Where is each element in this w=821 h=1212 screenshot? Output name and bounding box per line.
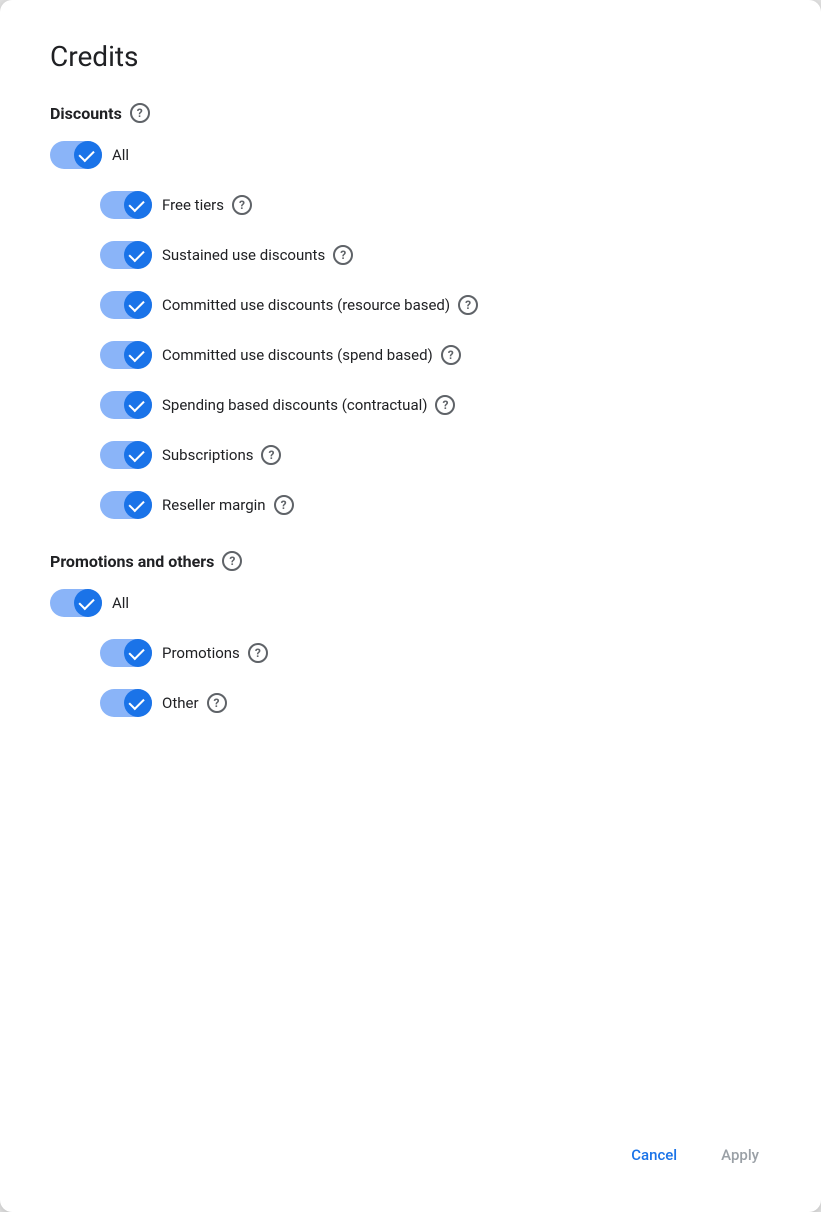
promotions-all-toggle[interactable] bbox=[50, 589, 102, 617]
reseller-margin-label: Reseller margin ? bbox=[162, 495, 294, 515]
toggle-thumb bbox=[124, 491, 152, 519]
toggle-thumb bbox=[124, 191, 152, 219]
apply-button[interactable]: Apply bbox=[709, 1138, 771, 1172]
promotions-all-label: All bbox=[112, 594, 129, 612]
toggle-thumb bbox=[124, 241, 152, 269]
spending-based-row: Spending based discounts (contractual) ? bbox=[100, 391, 771, 419]
free-tiers-toggle[interactable] bbox=[100, 191, 152, 219]
subscriptions-row: Subscriptions ? bbox=[100, 441, 771, 469]
committed-resource-label: Committed use discounts (resource based)… bbox=[162, 295, 478, 315]
committed-spend-row: Committed use discounts (spend based) ? bbox=[100, 341, 771, 369]
sustained-use-row: Sustained use discounts ? bbox=[100, 241, 771, 269]
toggle-thumb bbox=[124, 639, 152, 667]
promotions-all-row: All bbox=[50, 589, 771, 617]
toggle-thumb bbox=[124, 341, 152, 369]
sustained-use-label: Sustained use discounts ? bbox=[162, 245, 353, 265]
committed-resource-help-icon[interactable]: ? bbox=[458, 295, 478, 315]
reseller-margin-toggle[interactable] bbox=[100, 491, 152, 519]
toggle-thumb bbox=[124, 391, 152, 419]
toggle-thumb bbox=[74, 589, 102, 617]
cancel-button[interactable]: Cancel bbox=[619, 1138, 689, 1172]
subscriptions-help-icon[interactable]: ? bbox=[261, 445, 281, 465]
discounts-section-label: Discounts ? bbox=[50, 103, 771, 123]
committed-resource-row: Committed use discounts (resource based)… bbox=[100, 291, 771, 319]
discounts-all-row: All bbox=[50, 141, 771, 169]
other-label: Other ? bbox=[162, 693, 227, 713]
free-tiers-row: Free tiers ? bbox=[100, 191, 771, 219]
free-tiers-help-icon[interactable]: ? bbox=[232, 195, 252, 215]
spending-based-help-icon[interactable]: ? bbox=[435, 395, 455, 415]
committed-spend-toggle[interactable] bbox=[100, 341, 152, 369]
promotions-section-label: Promotions and others ? bbox=[50, 551, 771, 571]
committed-spend-help-icon[interactable]: ? bbox=[441, 345, 461, 365]
discounts-all-toggle[interactable] bbox=[50, 141, 102, 169]
promotions-help-icon[interactable]: ? bbox=[222, 551, 242, 571]
reseller-margin-row: Reseller margin ? bbox=[100, 491, 771, 519]
promotions-item-toggle[interactable] bbox=[100, 639, 152, 667]
free-tiers-label: Free tiers ? bbox=[162, 195, 252, 215]
sustained-use-help-icon[interactable]: ? bbox=[333, 245, 353, 265]
other-toggle[interactable] bbox=[100, 689, 152, 717]
promotions-item-row: Promotions ? bbox=[100, 639, 771, 667]
spending-based-toggle[interactable] bbox=[100, 391, 152, 419]
promotions-item-help-icon[interactable]: ? bbox=[248, 643, 268, 663]
toggle-thumb bbox=[124, 291, 152, 319]
dialog-title: Credits bbox=[50, 40, 771, 73]
other-help-icon[interactable]: ? bbox=[207, 693, 227, 713]
toggle-thumb bbox=[74, 141, 102, 169]
committed-resource-toggle[interactable] bbox=[100, 291, 152, 319]
discounts-help-icon[interactable]: ? bbox=[130, 103, 150, 123]
committed-spend-label: Committed use discounts (spend based) ? bbox=[162, 345, 461, 365]
toggle-thumb bbox=[124, 441, 152, 469]
reseller-margin-help-icon[interactable]: ? bbox=[274, 495, 294, 515]
credits-dialog: Credits Discounts ? All Free tiers ? bbox=[0, 0, 821, 1212]
promotions-item-label: Promotions ? bbox=[162, 643, 268, 663]
discounts-section: Discounts ? All Free tiers ? bbox=[50, 103, 771, 541]
subscriptions-toggle[interactable] bbox=[100, 441, 152, 469]
sustained-use-toggle[interactable] bbox=[100, 241, 152, 269]
discounts-all-label: All bbox=[112, 146, 129, 164]
dialog-footer: Cancel Apply bbox=[50, 1108, 771, 1212]
spending-based-label: Spending based discounts (contractual) ? bbox=[162, 395, 455, 415]
subscriptions-label: Subscriptions ? bbox=[162, 445, 281, 465]
toggle-thumb bbox=[124, 689, 152, 717]
other-row: Other ? bbox=[100, 689, 771, 717]
promotions-section: Promotions and others ? All Promotions ? bbox=[50, 551, 771, 739]
